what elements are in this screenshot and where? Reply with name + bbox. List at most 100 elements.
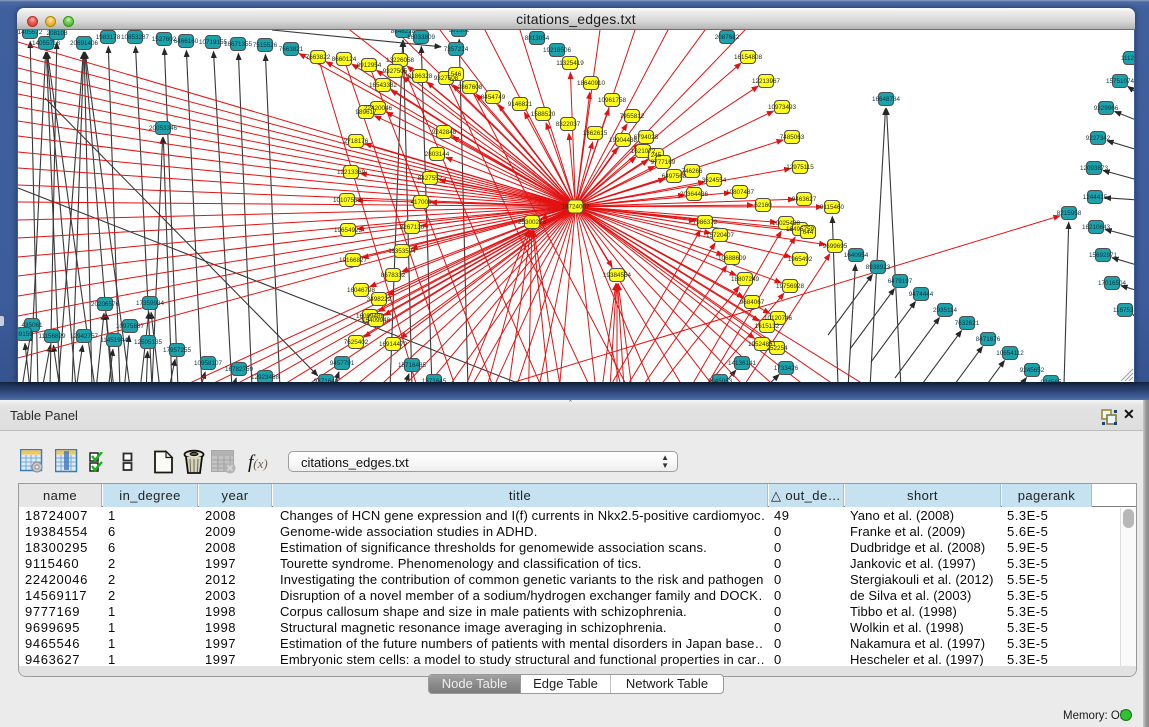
- svg-text:16210643: 16210643: [1082, 224, 1111, 231]
- svg-text:17016504: 17016504: [1098, 280, 1127, 287]
- svg-text:9227342: 9227342: [1086, 135, 1111, 142]
- svg-text:9699695: 9699695: [823, 243, 848, 250]
- svg-text:19384554: 19384554: [603, 272, 632, 279]
- svg-text:10120746: 10120746: [764, 315, 793, 322]
- svg-text:20053346: 20053346: [149, 125, 178, 132]
- svg-text:9245652: 9245652: [1020, 367, 1045, 374]
- svg-text:19756928: 19756928: [776, 283, 805, 290]
- svg-text:10853287: 10853287: [121, 34, 150, 41]
- svg-text:924565: 924565: [1040, 379, 1062, 382]
- svg-text:16782759: 16782759: [225, 366, 254, 373]
- svg-text:18807249: 18807249: [731, 276, 760, 283]
- svg-text:8454749: 8454749: [481, 94, 506, 101]
- svg-text:39159: 39159: [18, 331, 33, 338]
- svg-text:62160: 62160: [754, 202, 772, 209]
- svg-text:12942757: 12942757: [70, 333, 99, 340]
- svg-text:9684067: 9684067: [740, 299, 765, 306]
- svg-text:1733426: 1733426: [774, 365, 799, 372]
- svg-text:989617: 989617: [355, 109, 377, 116]
- svg-text:25300273: 25300273: [518, 219, 547, 226]
- svg-text:12093873: 12093873: [1080, 165, 1109, 172]
- svg-text:18640910: 18640910: [577, 80, 606, 87]
- svg-text:7485063: 7485063: [780, 134, 805, 141]
- svg-text:1371645: 1371645: [422, 378, 447, 382]
- svg-text:1244415: 1244415: [1083, 194, 1108, 201]
- svg-text:8186328: 8186328: [408, 73, 433, 80]
- svg-text:9242848: 9242848: [432, 129, 457, 136]
- svg-text:11353594: 11353594: [388, 248, 416, 255]
- svg-text:9457791: 9457791: [330, 360, 355, 367]
- svg-text:6479197: 6479197: [888, 278, 913, 285]
- svg-text:12213369: 12213369: [337, 169, 366, 176]
- svg-text:9474444: 9474444: [909, 291, 934, 298]
- svg-text:1615132: 1615132: [755, 323, 780, 330]
- svg-text:8322037: 8322037: [556, 121, 581, 128]
- svg-text:8471676: 8471676: [976, 336, 1001, 343]
- svg-text:16046798: 16046798: [347, 287, 376, 294]
- svg-text:16033809: 16033809: [407, 34, 436, 41]
- svg-text:8215958: 8215958: [1057, 210, 1082, 217]
- svg-text:3624554: 3624554: [702, 177, 727, 184]
- svg-text:1965492: 1965492: [788, 256, 813, 263]
- svg-text:17359934: 17359934: [136, 300, 165, 307]
- svg-text:20691406: 20691406: [70, 40, 99, 47]
- svg-text:12975115: 12975115: [786, 164, 814, 171]
- svg-text:1167533: 1167533: [1113, 307, 1134, 314]
- svg-text:14055718: 14055718: [32, 40, 61, 47]
- svg-text:8912954: 8912954: [357, 62, 382, 69]
- svg-text:20364436: 20364436: [680, 191, 709, 198]
- svg-text:7986372: 7986372: [693, 219, 718, 226]
- svg-text:6497568: 6497568: [662, 173, 687, 180]
- svg-text:10961758: 10961758: [598, 97, 627, 104]
- svg-text:12213967: 12213967: [752, 78, 781, 85]
- svg-text:16914479: 16914479: [379, 341, 408, 348]
- svg-text:14136141: 14136141: [728, 360, 757, 367]
- svg-text:10807487: 10807487: [726, 189, 755, 196]
- svg-text:3498222: 3498222: [367, 296, 392, 303]
- svg-text:16671355: 16671355: [224, 41, 253, 48]
- svg-text:6794028: 6794028: [634, 134, 659, 141]
- svg-text:245: 245: [651, 152, 662, 159]
- svg-text:15720407: 15720407: [706, 232, 735, 239]
- svg-text:8660124: 8660124: [332, 56, 357, 63]
- svg-text:19218506: 19218506: [543, 47, 572, 54]
- svg-text:208108: 208108: [46, 30, 68, 37]
- svg-text:644: 644: [803, 229, 814, 236]
- svg-text:15716485: 15716485: [398, 362, 427, 369]
- svg-text:7515526: 7515526: [253, 42, 278, 49]
- svg-text:9146821: 9146821: [508, 101, 533, 108]
- svg-text:2087682: 2087682: [715, 34, 740, 41]
- svg-text:8678332: 8678332: [381, 272, 406, 279]
- svg-text:1362615: 1362615: [583, 130, 608, 137]
- svg-text:8938923: 8938923: [866, 264, 891, 271]
- svg-text:10975887: 10975887: [116, 323, 145, 330]
- svg-text:7663821: 7663821: [279, 46, 304, 53]
- svg-text:9777169: 9777169: [651, 159, 676, 166]
- svg-text:16154808: 16154808: [734, 54, 763, 61]
- svg-text:7357224: 7357224: [444, 46, 469, 53]
- svg-text:1983178: 1983178: [96, 34, 121, 41]
- svg-text:252254: 252254: [766, 345, 788, 352]
- svg-text:2718176: 2718176: [344, 138, 369, 145]
- svg-text:16543382: 16543382: [369, 82, 398, 89]
- svg-text:11156829: 11156829: [38, 333, 66, 340]
- svg-text:15751074: 15751074: [1106, 78, 1134, 85]
- svg-text:18724007: 18724007: [561, 204, 590, 211]
- svg-text:2803144: 2803144: [425, 151, 450, 158]
- svg-text:12923468: 12923468: [251, 374, 280, 381]
- svg-text:1405572: 1405572: [18, 30, 43, 36]
- svg-text:8427552: 8427552: [418, 175, 443, 182]
- svg-text:11325419: 11325419: [556, 60, 584, 67]
- svg-text:435061: 435061: [21, 322, 43, 329]
- svg-text:12505135: 12505135: [134, 339, 163, 346]
- svg-text:6466160: 6466160: [174, 38, 199, 45]
- svg-text:10973493: 10973493: [768, 104, 797, 111]
- svg-text:1640954: 1640954: [844, 252, 869, 259]
- svg-text:1588520: 1588520: [531, 111, 556, 118]
- svg-text:19654923: 19654923: [334, 227, 363, 234]
- svg-text:2867608: 2867608: [458, 84, 483, 91]
- svg-text:417006: 417006: [410, 199, 432, 206]
- svg-text:15692971: 15692971: [1089, 252, 1118, 259]
- svg-text:7955812: 7955812: [620, 113, 645, 120]
- svg-text:15409948: 15409948: [362, 317, 391, 324]
